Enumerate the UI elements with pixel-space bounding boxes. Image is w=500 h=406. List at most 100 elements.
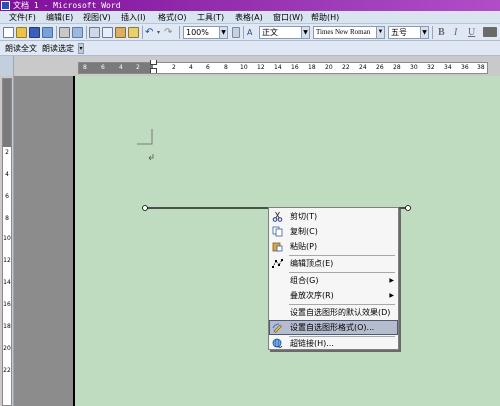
title-bar: 文档 1 - Microsoft Word: [0, 0, 500, 11]
paragraph-mark-icon: [148, 154, 154, 161]
read-aloud-toolbar: 朗读全文 朗读选定 ▾: [0, 41, 500, 56]
menu-item-label: 粘贴(P): [290, 242, 318, 251]
permission-icon[interactable]: [42, 27, 53, 38]
ruler-number: 20: [325, 64, 333, 71]
font-select[interactable]: Times New Roman ▼: [313, 26, 385, 39]
read-selection-button[interactable]: 朗读选定: [42, 42, 74, 55]
toolbar-options-icon[interactable]: ▾: [78, 43, 84, 54]
first-line-indent-marker[interactable]: [150, 60, 157, 65]
menu-item-format-shape[interactable]: 设置自选图形格式(O)...: [269, 320, 398, 335]
character-border-icon[interactable]: [483, 27, 497, 37]
ruler-number: 16: [291, 64, 299, 71]
menu-item-label: 编辑顶点(E): [290, 259, 334, 268]
ruler-number: 2: [172, 64, 176, 71]
font-value: Times New Roman: [316, 28, 371, 36]
read-all-button[interactable]: 朗读全文: [5, 42, 37, 55]
toolbar-separator: [86, 26, 87, 39]
edit-points-icon: [272, 259, 283, 268]
bold-button[interactable]: B: [438, 27, 445, 38]
submenu-arrow-icon: ▶: [389, 292, 394, 299]
menu-item-paste[interactable]: 粘贴(P): [269, 239, 398, 254]
ruler-number: 26: [376, 64, 384, 71]
chevron-down-icon[interactable]: ▼: [219, 27, 227, 38]
ruler-margin-top: [3, 79, 11, 147]
redo-icon[interactable]: ↷: [164, 27, 175, 38]
ruler-number: 10: [240, 64, 248, 71]
menu-window[interactable]: 窗口(W): [273, 11, 303, 24]
hyperlink-icon: [272, 338, 283, 348]
zoom-select[interactable]: 100% ▼: [183, 26, 228, 39]
toolbar-separator: [432, 26, 433, 39]
ruler-number: 22: [3, 367, 11, 374]
ruler-number: 6: [5, 193, 9, 200]
menu-view[interactable]: 视图(V): [83, 11, 111, 24]
menu-item-label: 复制(C): [290, 227, 318, 236]
ruler-number: 24: [359, 64, 367, 71]
menu-item-set-default[interactable]: 设置自选图形的默认效果(D): [269, 305, 398, 320]
ruler-number: 2: [5, 149, 9, 156]
menu-help[interactable]: 帮助(H): [311, 11, 339, 24]
open-folder-icon[interactable]: [16, 27, 27, 38]
horizontal-ruler[interactable]: 8 6 4 2 2 4 6 8 10 12 14 16 18 20 22 24 …: [78, 60, 488, 74]
menu-item-group[interactable]: 组合(G) ▶: [269, 273, 398, 288]
ruler-number: 4: [5, 171, 9, 178]
toolbar-separator: [179, 26, 180, 39]
submenu-arrow-icon: ▶: [389, 277, 394, 284]
line-end-handle[interactable]: [405, 205, 411, 211]
cut-icon[interactable]: [89, 27, 100, 38]
hanging-indent-marker[interactable]: [150, 68, 157, 73]
menu-item-hyperlink[interactable]: 超链接(H)...: [269, 336, 398, 351]
toolbar-separator: [243, 26, 244, 39]
ruler-number: 30: [410, 64, 418, 71]
menu-item-label: 设置自选图形的默认效果(D): [290, 308, 391, 317]
format-shape-icon: [272, 323, 282, 333]
word-app-icon: [1, 1, 10, 10]
menu-insert[interactable]: 插入(I): [121, 11, 146, 24]
print-icon[interactable]: [59, 27, 70, 38]
menu-item-order[interactable]: 叠放次序(R) ▶: [269, 288, 398, 303]
format-painter-icon[interactable]: [128, 27, 139, 38]
style-select[interactable]: 正文 ▼: [259, 26, 310, 39]
ruler-number: 8: [83, 64, 87, 71]
ruler-number: 14: [3, 279, 11, 286]
font-size-value: 五号: [391, 28, 407, 37]
new-document-icon[interactable]: [3, 27, 14, 38]
chevron-down-icon[interactable]: ▼: [420, 27, 428, 38]
toolbar-options-icon[interactable]: [232, 27, 240, 38]
menu-item-label: 剪切(T): [290, 212, 318, 221]
menu-file[interactable]: 文件(F): [9, 11, 36, 24]
paste-icon[interactable]: [115, 27, 126, 38]
italic-button[interactable]: I: [454, 27, 457, 38]
chevron-down-icon[interactable]: ▼: [301, 27, 309, 38]
menu-item-edit-points[interactable]: 编辑顶点(E): [269, 256, 398, 271]
menu-item-copy[interactable]: 复制(C): [269, 224, 398, 239]
ruler-number: 4: [189, 64, 193, 71]
ruler-number: 6: [101, 64, 105, 71]
ruler-number: 10: [3, 235, 11, 242]
font-size-select[interactable]: 五号 ▼: [388, 26, 429, 39]
menu-edit[interactable]: 编辑(E): [46, 11, 73, 24]
toolbar-separator: [56, 26, 57, 39]
ruler-number: 14: [274, 64, 282, 71]
menu-item-label: 超链接(H)...: [290, 339, 334, 348]
menu-format[interactable]: 格式(O): [158, 11, 187, 24]
tab-selector[interactable]: [0, 56, 14, 76]
vertical-ruler[interactable]: 2 4 6 8 10 12 14 16 18 20 22: [2, 78, 12, 406]
styles-pane-icon[interactable]: A: [247, 27, 256, 38]
ruler-number: 38: [477, 64, 485, 71]
ruler-number: 8: [224, 64, 228, 71]
menu-table[interactable]: 表格(A): [235, 11, 263, 24]
underline-button[interactable]: U: [468, 27, 475, 38]
copy-icon[interactable]: [102, 27, 113, 38]
menu-tools[interactable]: 工具(T): [197, 11, 224, 24]
undo-icon[interactable]: ↶: [145, 27, 156, 38]
chevron-down-icon[interactable]: ▼: [376, 27, 384, 38]
ruler-number: 36: [461, 64, 469, 71]
toolbar-separator: [142, 26, 143, 39]
ruler-number: 22: [342, 64, 350, 71]
save-icon[interactable]: [29, 27, 40, 38]
print-preview-icon[interactable]: [72, 27, 83, 38]
line-start-handle[interactable]: [142, 205, 148, 211]
window-title: 文档 1 - Microsoft Word: [13, 1, 121, 10]
menu-item-cut[interactable]: 剪切(T): [269, 209, 398, 224]
